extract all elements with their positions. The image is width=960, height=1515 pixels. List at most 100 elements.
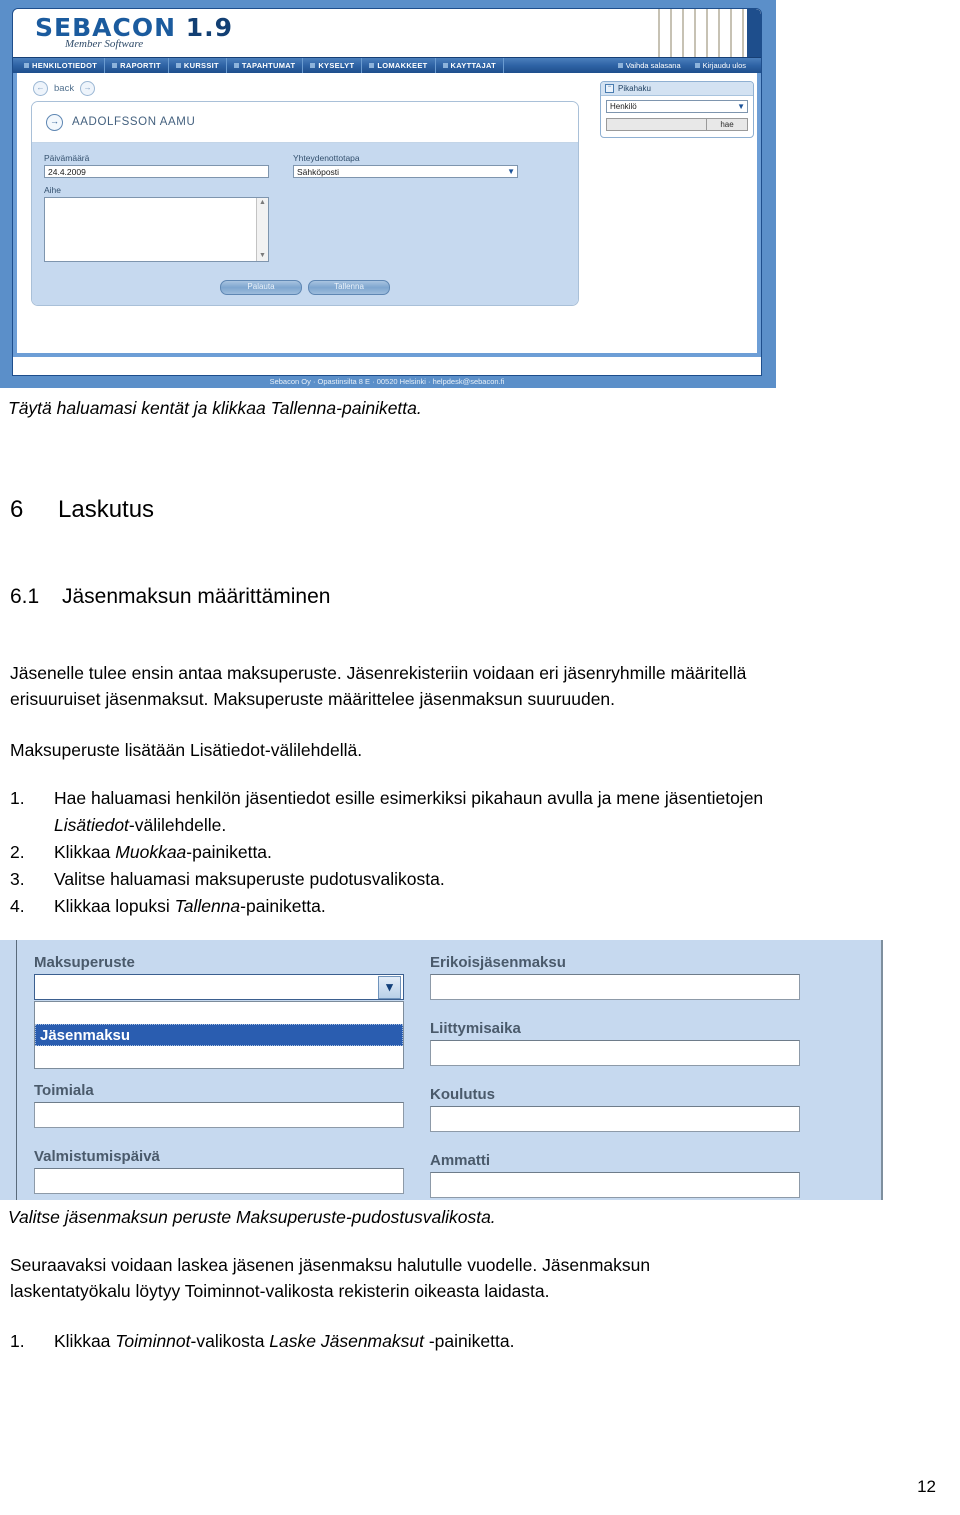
app-version: 1.9 — [185, 13, 234, 42]
liittymisaika-input[interactable] — [430, 1040, 800, 1066]
paragraph-laskenta-line-1: Seuraavaksi voidaan laskea jäsenen jäsen… — [10, 1255, 651, 1275]
field-label-valmistumispaiva: Valmistumispäivä — [34, 1148, 160, 1165]
nav-label: Vaihda salasana — [625, 61, 681, 70]
list-item-text: Klikkaa lopuksi Tallenna-painiketta. — [54, 893, 950, 920]
chevron-down-icon[interactable]: ▾ — [378, 975, 401, 999]
list-item-text-a: Klikkaa lopuksi — [54, 896, 175, 916]
pikahaku-header: − Pikahaku — [601, 82, 753, 96]
nav-item-kayttajat[interactable]: KAYTTAJAT — [436, 58, 505, 73]
form-row-top: Päivämäärä 24.4.2009 Yhteydenottotapa Sä… — [44, 153, 566, 178]
list-item: 4. Klikkaa lopuksi Tallenna-painiketta. — [10, 893, 950, 920]
navbar-account-group: Vaihda salasana Kirjaudu ulos — [611, 58, 753, 73]
ammatti-input[interactable] — [430, 1172, 800, 1198]
erikoisjasenmaksu-input[interactable] — [430, 974, 800, 1000]
field-label-paivamaara: Päivämäärä — [44, 153, 90, 163]
field-liittymisaika: Liittymisaika — [430, 1020, 800, 1066]
navbar-primary-group: HENKILOTIEDOT RAPORTIT KURSSIT TAPAHTUMA… — [17, 58, 505, 73]
maksuperuste-dropdown-list[interactable]: Jäsenmaksu — [34, 1001, 404, 1069]
list-item-text: Klikkaa Toiminnot-valikosta Laske Jäsenm… — [54, 1328, 950, 1355]
heading-6-text: Laskutus — [58, 496, 155, 523]
palauta-button[interactable]: Palauta — [220, 280, 302, 295]
textarea-scrollbar[interactable]: ▲ ▼ — [256, 198, 268, 261]
nav-item-vaihda-salasana[interactable]: Vaihda salasana — [611, 58, 688, 73]
field-aihe: Aihe ▲ ▼ — [44, 185, 566, 262]
list-item-text-b: -painiketta. — [186, 842, 272, 862]
list-item-emphasis: Muokkaa — [115, 842, 187, 862]
field-label-ammatti: Ammatti — [430, 1152, 491, 1169]
paragraph-intro-line-1: Jäsenelle tulee ensin antaa maksuperuste… — [10, 663, 747, 683]
app-window: SEBACON 1.9 Member Software HENKILOTIEDO… — [12, 8, 762, 376]
app-footer: Sebacon Oy · Opastinsilta 8 E · 00520 He… — [269, 377, 505, 386]
app-brand-bar: SEBACON 1.9 Member Software — [13, 9, 761, 57]
list-item-text-a: Hae haluamasi henkilön jäsentiedot esill… — [54, 788, 764, 808]
back-navigation[interactable]: ← back → — [33, 81, 96, 96]
nav-item-tapahtumat[interactable]: TAPAHTUMAT — [227, 58, 304, 73]
nav-label: TAPAHTUMAT — [241, 61, 296, 70]
dropdown-option-jasenmaksu[interactable]: Jäsenmaksu — [35, 1024, 403, 1046]
pikahaku-type-select[interactable]: Henkilö ▼ — [606, 100, 748, 113]
maksuperuste-select-wrapper: ▾ Jäsenmaksu — [34, 974, 404, 1069]
list-item-text: Valitse haluamasi maksuperuste pudotusva… — [54, 866, 950, 893]
back-label: back — [54, 83, 75, 94]
paragraph-laskenta-line-2: laskentatyökalu löytyy Toiminnot-valikos… — [10, 1281, 550, 1301]
pikahaku-panel: − Pikahaku Henkilö ▼ hae — [600, 81, 754, 138]
form-button-row: Palauta Tallenna — [32, 280, 578, 295]
nav-label: LOMAKKEET — [377, 61, 428, 70]
field-erikoisjasenmaksu: Erikoisjäsenmaksu — [430, 954, 800, 1000]
yhteydenottotapa-select[interactable]: Sähköposti ▼ — [293, 165, 518, 178]
list-item-text-a: Klikkaa — [54, 842, 116, 862]
dropdown-option-empty[interactable] — [35, 1002, 403, 1024]
nav-item-kyselyt[interactable]: KYSELYT — [303, 58, 363, 73]
list-item-number: 4. — [10, 896, 25, 916]
heading-6-number: 6 — [10, 496, 24, 523]
list-item-text-c: -painiketta. — [423, 1331, 515, 1351]
arrow-right-circle-icon: → — [46, 113, 63, 131]
toimiala-input[interactable] — [34, 1102, 404, 1128]
arrow-right-icon[interactable]: → — [80, 81, 96, 96]
field-label-toimiala: Toimiala — [34, 1082, 94, 1099]
field-label-maksuperuste: Maksuperuste — [34, 954, 135, 971]
caption-screenshot-2: Valitse jäsenmaksun peruste Maksuperuste… — [8, 1207, 496, 1227]
instruction-list-2: 1. Klikkaa Toiminnot-valikosta Laske Jäs… — [10, 1328, 950, 1355]
nav-item-kurssit[interactable]: KURSSIT — [169, 58, 227, 73]
aihe-textarea[interactable]: ▲ ▼ — [44, 197, 269, 262]
list-item-text: Klikkaa Muokkaa-painiketta. — [54, 839, 950, 866]
pikahaku-search-row: hae — [606, 118, 748, 131]
field-label-aihe: Aihe — [44, 185, 62, 195]
list-item-text-a: Klikkaa — [54, 1331, 116, 1351]
instruction-list-1: 1. Hae haluamasi henkilön jäsentiedot es… — [10, 785, 950, 920]
field-toimiala: Toimiala — [34, 1082, 404, 1128]
bullet-icon — [617, 63, 623, 68]
bullet-icon — [175, 63, 181, 68]
valmistumispaiva-input[interactable] — [34, 1168, 404, 1194]
chevron-down-icon: ▼ — [507, 167, 515, 176]
nav-item-lomakkeet[interactable]: LOMAKKEET — [362, 58, 436, 73]
pikahaku-hae-button[interactable]: hae — [706, 118, 748, 131]
list-item: 1. Klikkaa Toiminnot-valikosta Laske Jäs… — [10, 1328, 950, 1355]
app-tagline: Member Software — [65, 38, 144, 50]
field-valmistumispaiva: Valmistumispäivä — [34, 1148, 404, 1194]
nav-item-raportit[interactable]: RAPORTIT — [105, 58, 169, 73]
list-item-emphasis: Tallenna — [174, 896, 241, 916]
list-item-emphasis-1: Toiminnot — [115, 1331, 191, 1351]
tallenna-button[interactable]: Tallenna — [308, 280, 390, 295]
collapse-icon[interactable]: − — [605, 84, 614, 93]
field-label-liittymisaika: Liittymisaika — [430, 1020, 521, 1037]
panel-header: → AADOLFSSON AAMU — [32, 102, 578, 143]
maksuperuste-select[interactable]: ▾ — [34, 974, 404, 1000]
koulutus-input[interactable] — [430, 1106, 800, 1132]
pikahaku-query-input[interactable] — [606, 118, 706, 131]
nav-item-henkilotiedot[interactable]: HENKILOTIEDOT — [17, 58, 106, 73]
dropdown-option-empty-2[interactable] — [35, 1046, 403, 1068]
field-label-erikoisjasenmaksu: Erikoisjäsenmaksu — [430, 954, 566, 971]
scroll-up-icon[interactable]: ▲ — [257, 198, 268, 208]
arrow-left-icon[interactable]: ← — [33, 81, 48, 96]
nav-item-kirjaudu-ulos[interactable]: Kirjaudu ulos — [688, 58, 753, 73]
field-yhteydenottotapa: Yhteydenottotapa Sähköposti ▼ — [293, 153, 518, 178]
paivamaara-input[interactable]: 24.4.2009 — [44, 165, 269, 178]
scroll-down-icon[interactable]: ▼ — [257, 251, 268, 261]
